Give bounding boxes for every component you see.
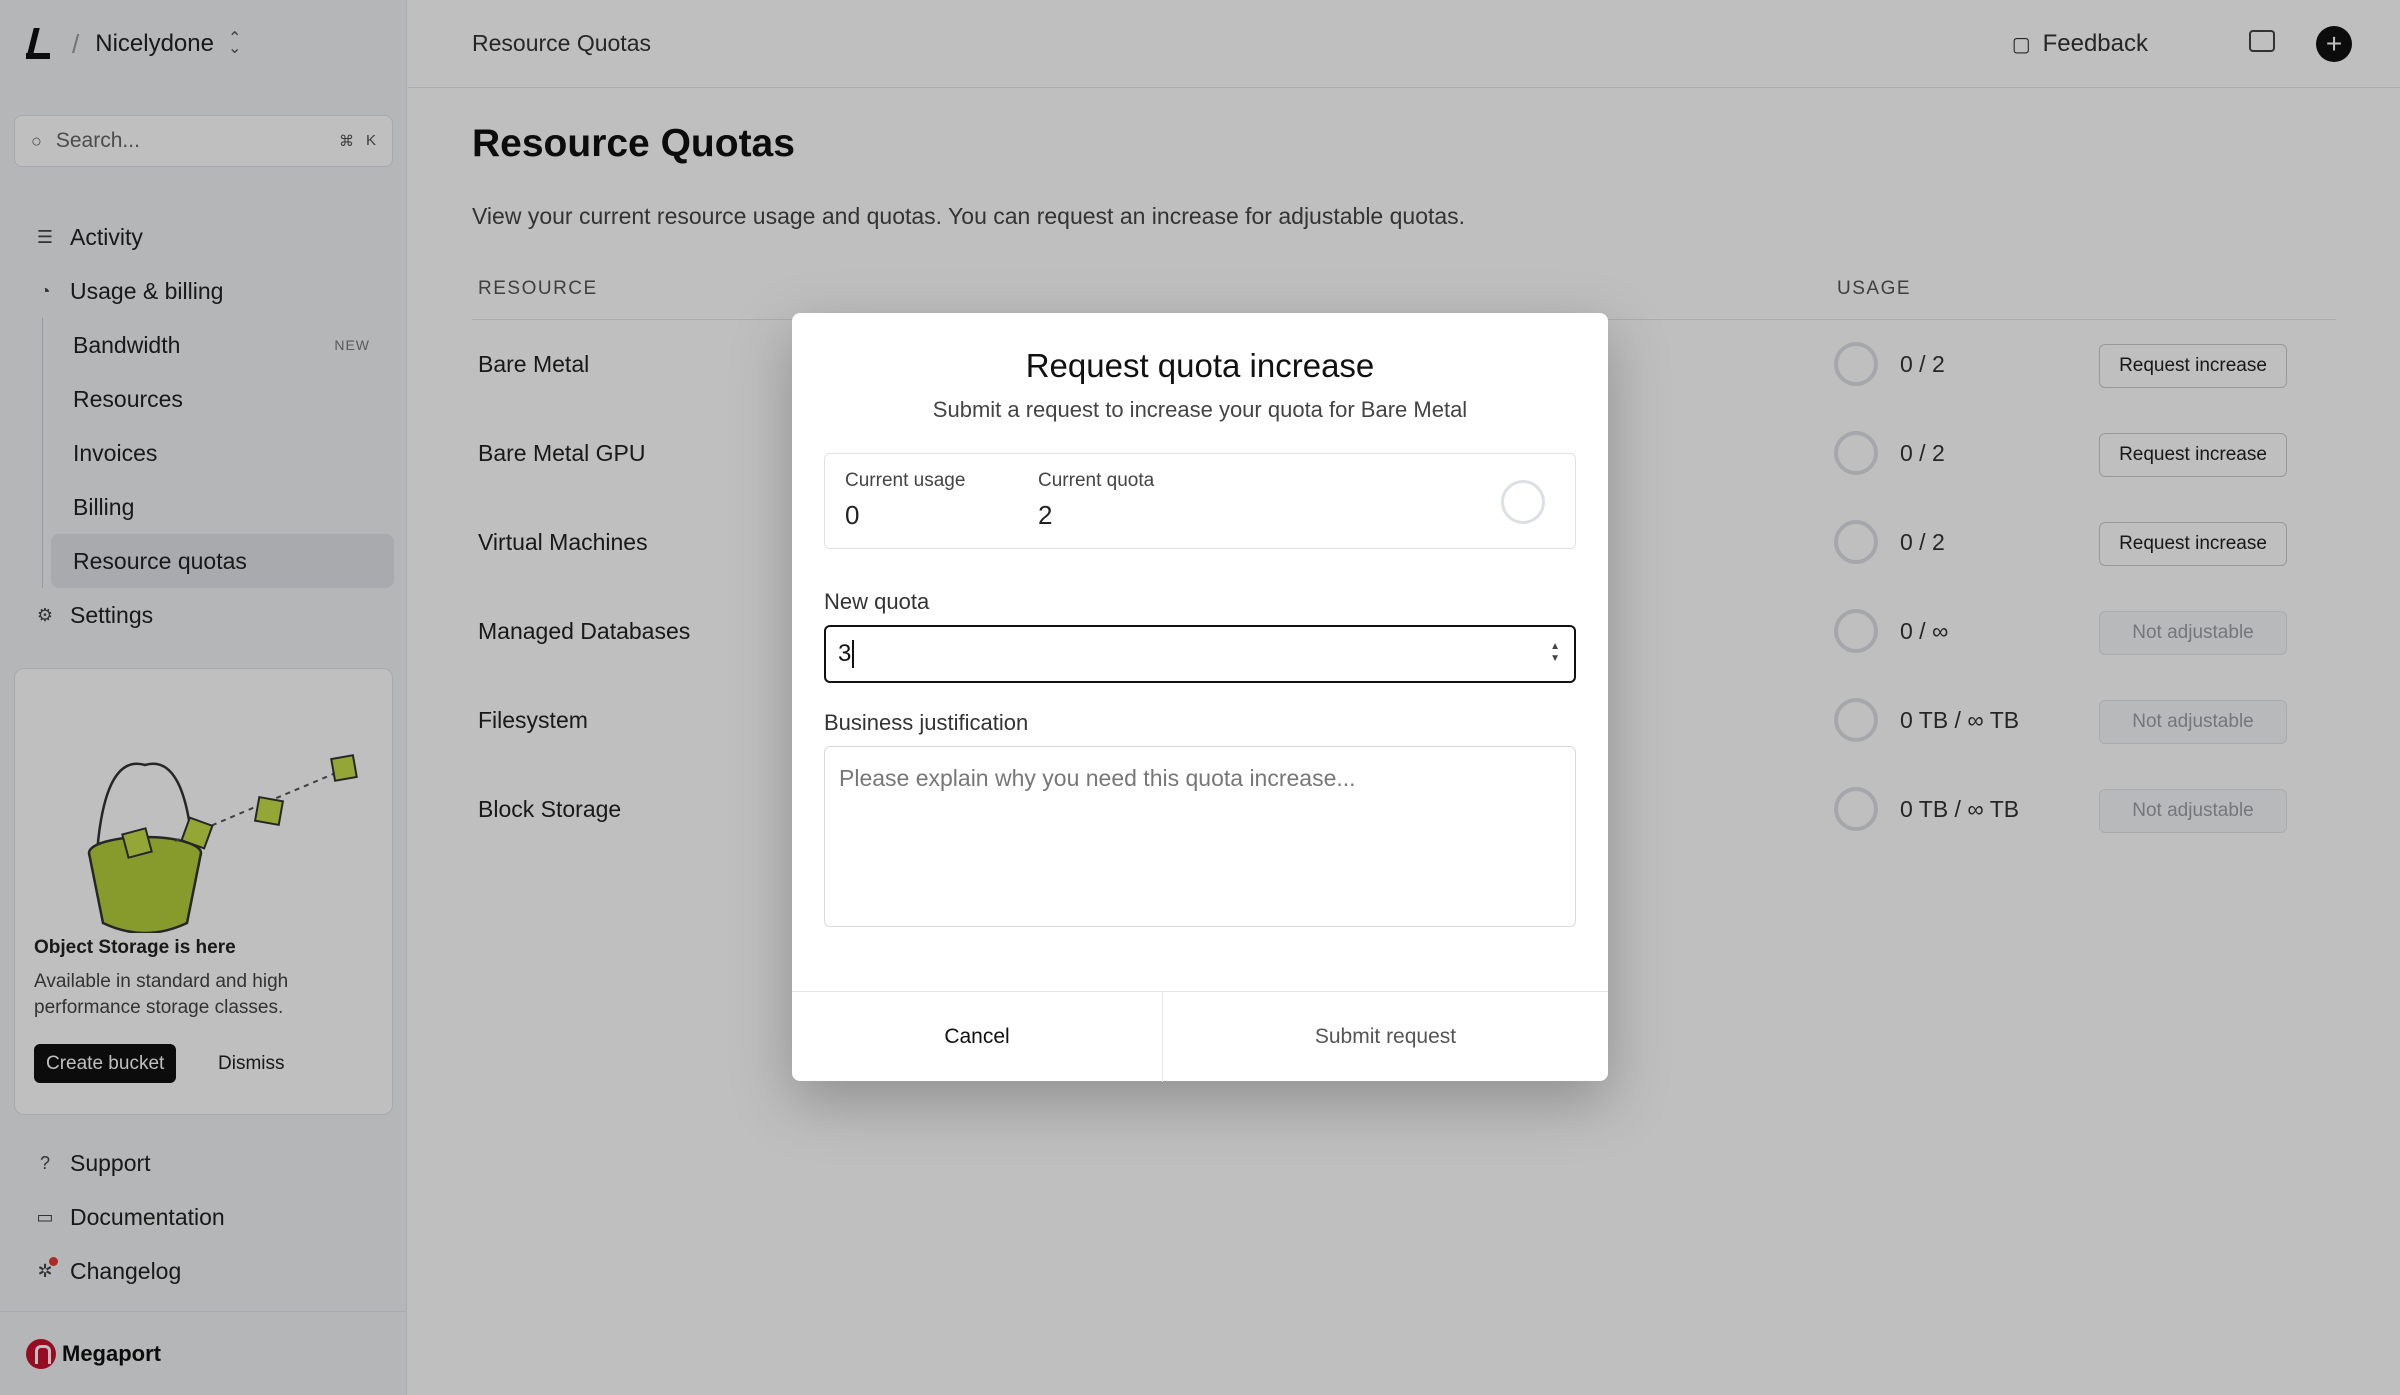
usage-ring-icon bbox=[1501, 480, 1545, 524]
new-quota-value: 3 bbox=[838, 640, 852, 667]
number-stepper-icon[interactable]: ▲ ▼ bbox=[1550, 641, 1560, 665]
modal-subtitle: Submit a request to increase your quota … bbox=[932, 397, 1468, 422]
modal-title: Request quota increase bbox=[1025, 347, 1375, 384]
current-quota-label: Current quota bbox=[1038, 470, 1155, 491]
current-usage-value: 0 bbox=[845, 500, 860, 530]
justification-placeholder: Please explain why you need this quota i… bbox=[839, 765, 1356, 791]
quota-stats-card: Current usage 0 Current quota 2 bbox=[824, 453, 1576, 549]
request-quota-modal: Request quota increase Submit a request … bbox=[792, 313, 1608, 1082]
current-usage-label: Current usage bbox=[845, 470, 966, 491]
current-quota-value: 2 bbox=[1038, 500, 1053, 530]
modal-footer: Cancel Submit request bbox=[792, 991, 1608, 1082]
justification-label: Business justification bbox=[824, 710, 1029, 735]
new-quota-input[interactable]: 3 ▲ ▼ bbox=[824, 625, 1576, 683]
cancel-button[interactable]: Cancel bbox=[792, 992, 1163, 1082]
justification-textarea[interactable]: Please explain why you need this quota i… bbox=[824, 746, 1576, 927]
text-caret bbox=[852, 640, 855, 668]
submit-request-button[interactable]: Submit request bbox=[1163, 992, 1608, 1081]
new-quota-label: New quota bbox=[824, 589, 930, 614]
